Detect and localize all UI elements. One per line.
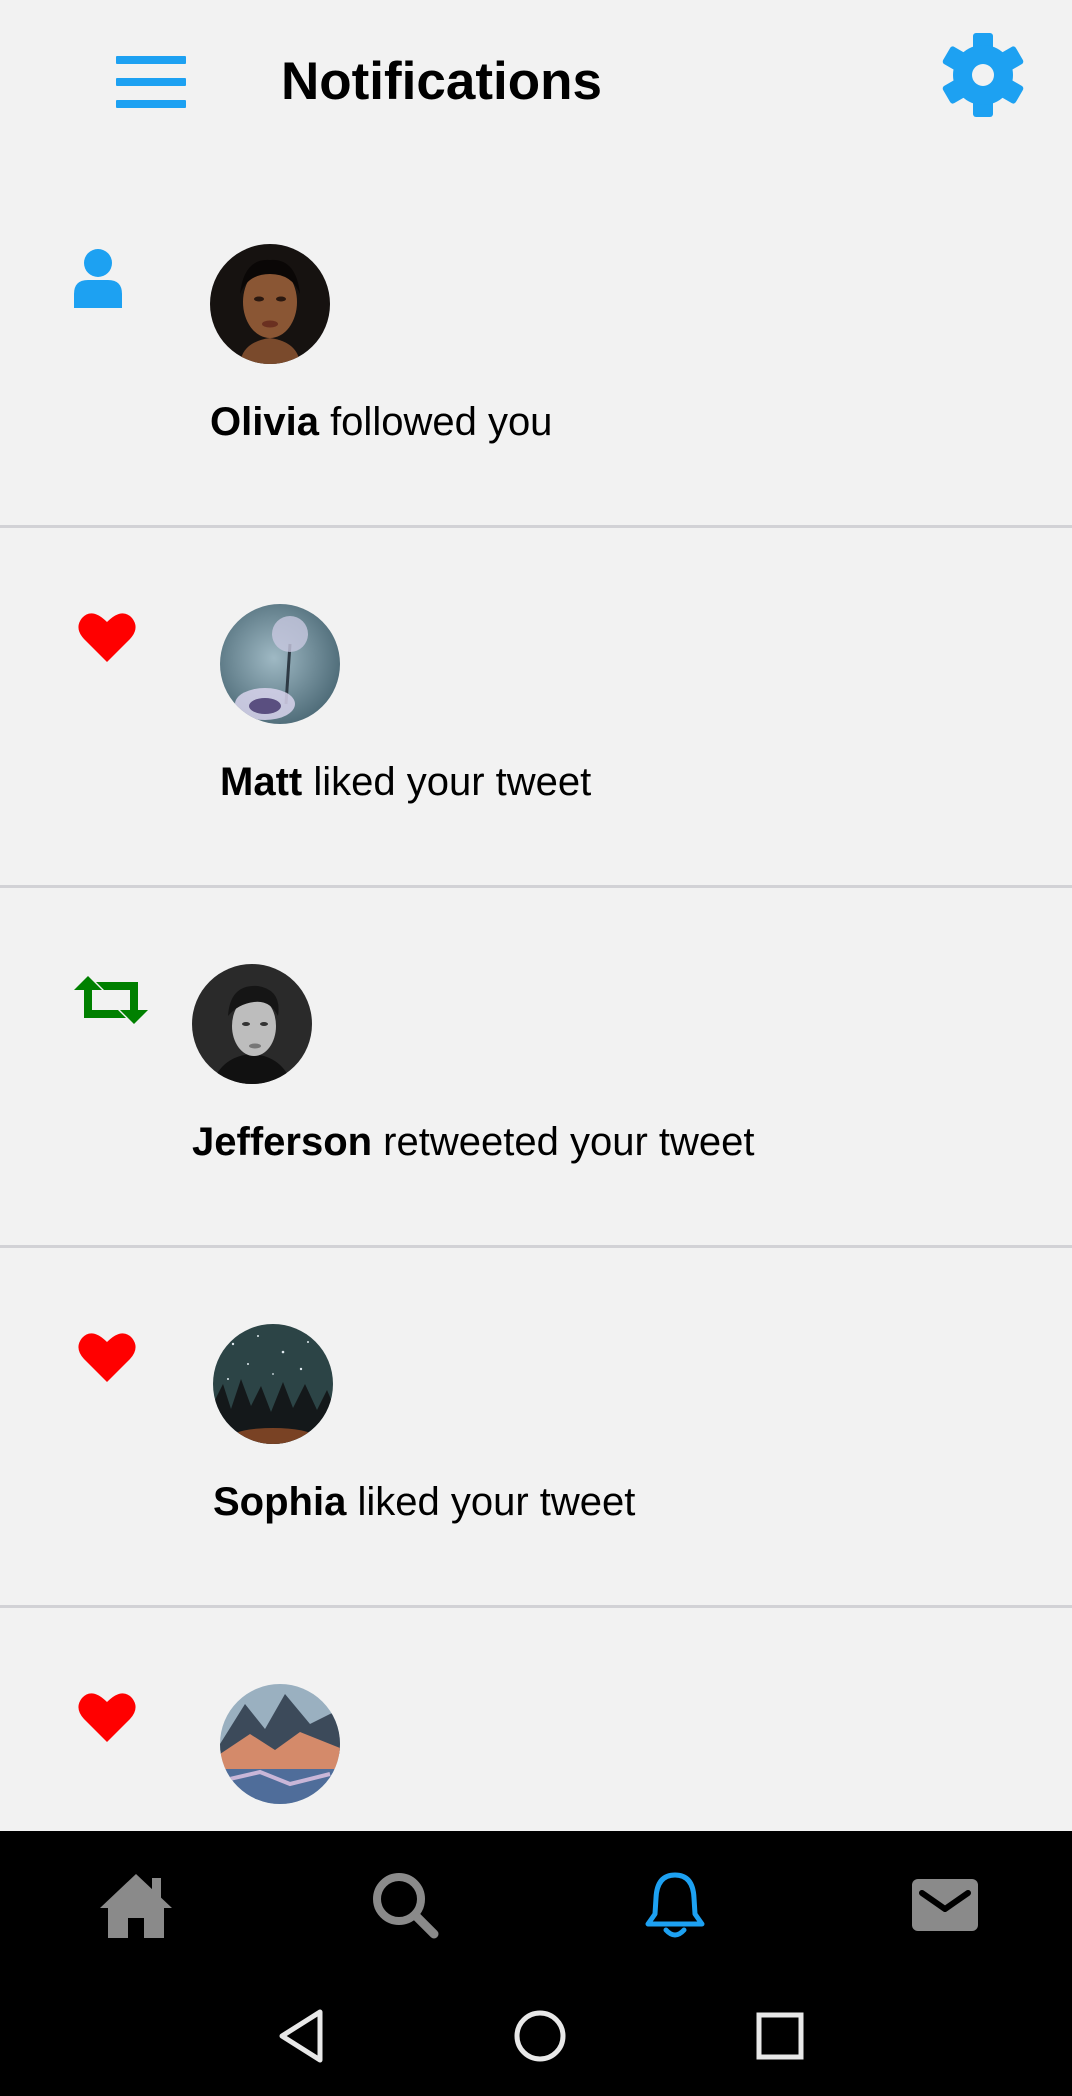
mail-icon[interactable] xyxy=(905,1865,985,1945)
user-name[interactable]: Olivia xyxy=(210,400,319,444)
page-title: Notifications xyxy=(281,52,602,111)
person-icon xyxy=(72,248,124,313)
notification-item[interactable]: Jefferson retweeted your tweet xyxy=(0,888,1072,1248)
notification-text: Matt liked your tweet xyxy=(220,758,591,806)
notification-item[interactable]: Sophia liked your tweet xyxy=(0,1248,1072,1608)
bottom-tab-bar xyxy=(0,1831,1072,1976)
notification-action: liked your tweet xyxy=(346,1480,636,1524)
user-name[interactable]: Sophia xyxy=(213,1480,346,1524)
user-name[interactable]: Matt xyxy=(220,760,302,804)
app-header: Notifications xyxy=(0,0,1072,165)
home-icon[interactable] xyxy=(96,1865,176,1945)
notification-item[interactable]: Olivia followed you xyxy=(0,168,1072,528)
notification-action: liked your tweet xyxy=(302,760,592,804)
hamburger-menu-icon[interactable] xyxy=(116,54,188,110)
back-icon[interactable] xyxy=(272,2006,332,2066)
avatar[interactable] xyxy=(220,604,340,724)
notification-item[interactable] xyxy=(0,1608,1072,1831)
heart-icon xyxy=(78,610,136,667)
avatar[interactable] xyxy=(192,964,312,1084)
notification-text: Jefferson retweeted your tweet xyxy=(192,1118,754,1166)
system-nav-bar xyxy=(0,1976,1072,2096)
user-name[interactable]: Jefferson xyxy=(192,1120,372,1164)
notifications-list[interactable]: Olivia followed you Matt liked your twee… xyxy=(0,168,1072,1831)
heart-icon xyxy=(78,1690,136,1747)
heart-icon xyxy=(78,1330,136,1387)
retweet-icon xyxy=(74,976,148,1029)
avatar[interactable] xyxy=(213,1324,333,1444)
bell-icon[interactable] xyxy=(635,1865,715,1945)
recents-icon[interactable] xyxy=(750,2006,810,2066)
notification-text: Olivia followed you xyxy=(210,398,552,446)
search-icon[interactable] xyxy=(365,1865,445,1945)
notification-item[interactable]: Matt liked your tweet xyxy=(0,528,1072,888)
notification-action: followed you xyxy=(318,400,553,444)
home-circle-icon[interactable] xyxy=(510,2006,570,2066)
notification-action: retweeted your tweet xyxy=(372,1120,755,1164)
avatar[interactable] xyxy=(210,244,330,364)
gear-icon[interactable] xyxy=(940,32,1026,118)
notification-text: Sophia liked your tweet xyxy=(213,1478,635,1526)
avatar[interactable] xyxy=(220,1684,340,1804)
notifications-screen: Notifications Olivia followed you Matt l… xyxy=(0,0,1072,2096)
